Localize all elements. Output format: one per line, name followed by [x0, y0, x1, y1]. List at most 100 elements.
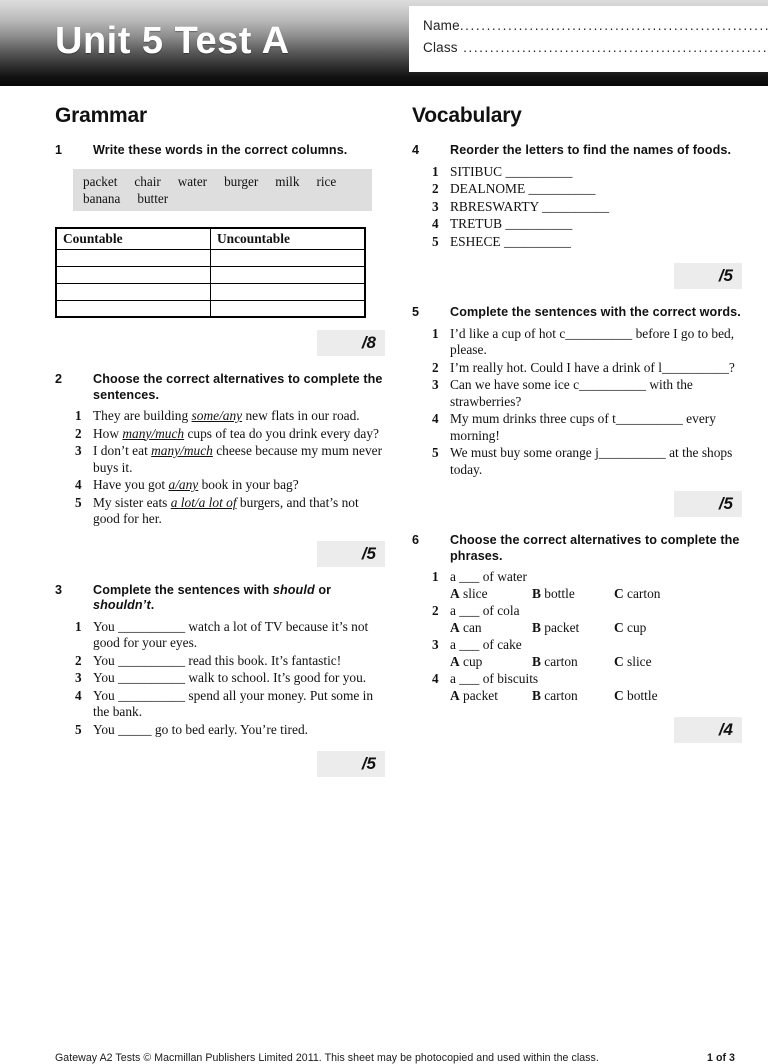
table-row[interactable]	[55, 265, 366, 284]
item-number: 1	[75, 408, 82, 424]
list-item[interactable]: 3 You __________ walk to school. It’s goo…	[55, 670, 385, 687]
item-number: 2	[75, 652, 82, 668]
item-text-post: ?	[728, 359, 735, 375]
answer-cell-countable[interactable]	[55, 265, 211, 284]
list-item[interactable]: 2 You __________ read this book. It’s fan…	[55, 653, 385, 670]
list-item[interactable]: 2 DEALNOME __________	[412, 181, 742, 198]
anagram-text: SITIBUC	[450, 163, 506, 179]
option-b[interactable]: B carton	[532, 688, 614, 705]
answer-blank[interactable]: __________	[542, 199, 609, 214]
list-item[interactable]: 2 How many/much cups of tea do you drink …	[55, 426, 385, 443]
answer-blank[interactable]: __________	[528, 181, 595, 196]
alternatives-choice[interactable]: many/much	[151, 443, 213, 458]
option-b[interactable]: B carton	[532, 654, 614, 671]
list-item[interactable]: 4 My mum drinks three cups of t__________…	[412, 411, 742, 444]
grammar-column: Grammar 1 Write these words in the corre…	[55, 86, 385, 778]
item-number: 2	[432, 181, 439, 197]
exercise-3-number: 3	[55, 582, 63, 597]
option-a[interactable]: A packet	[450, 688, 532, 705]
exercise-4-score-row: /5	[412, 251, 742, 290]
answer-cell-countable[interactable]	[55, 299, 211, 318]
list-item[interactable]: 1 SITIBUC __________	[412, 164, 742, 181]
column-header-countable: Countable	[55, 227, 211, 250]
option-b[interactable]: B bottle	[532, 586, 614, 603]
exercise-1-heading: 1 Write these words in the correct colum…	[55, 143, 385, 159]
exercise-4: 4 Reorder the letters to find the names …	[412, 143, 742, 290]
list-item[interactable]: 1 You __________ watch a lot of TV becaus…	[55, 619, 385, 652]
item-number: 3	[432, 637, 439, 653]
answer-blank[interactable]: __________	[599, 445, 666, 460]
exercise-5: 5 Complete the sentences with the correc…	[412, 305, 742, 518]
exercise-4-instruction: Reorder the letters to find the names of…	[450, 143, 732, 158]
list-item[interactable]: 1 They are building some/any new flats in…	[55, 408, 385, 425]
alternatives-choice[interactable]: some/any	[192, 408, 243, 423]
exercise-3-keyword-shouldnt: shouldn’t	[93, 598, 151, 613]
option-c[interactable]: C cup	[614, 620, 696, 637]
list-item[interactable]: 3 RBRESWARTY __________	[412, 199, 742, 216]
answer-blank[interactable]: _____	[118, 722, 151, 737]
list-item[interactable]: 3I don’t eat many/much cheese because my…	[55, 443, 385, 476]
option-c[interactable]: C carton	[614, 586, 696, 603]
list-item[interactable]: 2 I’m really hot. Could I have a drink of…	[412, 360, 742, 377]
list-item[interactable]: 4 Have you got a/any book in your bag?	[55, 477, 385, 494]
item-text-pre: I don’t eat	[93, 443, 152, 459]
page-footer: Gateway A2 Tests © Macmillan Publishers …	[55, 1052, 735, 1064]
item-number: 5	[432, 445, 439, 461]
option-row: A cup B carton C slice	[450, 654, 742, 671]
table-row[interactable]	[55, 282, 366, 301]
exercise-6-instruction: Choose the correct alternatives to compl…	[450, 533, 740, 563]
copyright-text: Gateway A2 Tests © Macmillan Publishers …	[55, 1052, 599, 1064]
list-item[interactable]: 5 ESHECE __________	[412, 234, 742, 251]
list-item[interactable]: 4 TRETUB __________	[412, 216, 742, 233]
option-b[interactable]: B packet	[532, 620, 614, 637]
table-header-row: Countable Uncountable	[55, 227, 366, 250]
answer-blank[interactable]: __________	[662, 360, 729, 375]
class-field-row[interactable]: Class ..................................…	[423, 37, 768, 59]
exercise-6-score-box: /4	[674, 717, 742, 744]
answer-cell-countable[interactable]	[55, 248, 211, 267]
student-details-box: Name....................................…	[409, 6, 768, 72]
answer-blank[interactable]: __________	[505, 216, 572, 231]
option-c[interactable]: C bottle	[614, 688, 696, 705]
exercise-3-instruction-mid: or	[314, 582, 332, 597]
alternatives-choice[interactable]: many/much	[122, 426, 184, 441]
answer-cell-uncountable[interactable]	[210, 248, 366, 267]
answer-cell-uncountable[interactable]	[210, 265, 366, 284]
answer-blank[interactable]: __________	[118, 670, 185, 685]
option-a[interactable]: A cup	[450, 654, 532, 671]
answer-blank[interactable]: __________	[118, 619, 185, 634]
item-number: 2	[432, 359, 439, 375]
table-row[interactable]	[55, 248, 366, 267]
option-c[interactable]: C slice	[614, 654, 696, 671]
answer-blank[interactable]: __________	[579, 377, 646, 392]
answer-blank[interactable]: __________	[504, 234, 571, 249]
name-field-row[interactable]: Name....................................…	[423, 15, 768, 37]
item-number: 2	[75, 425, 82, 441]
item-text-pre: You	[93, 687, 119, 703]
option-a[interactable]: A slice	[450, 586, 532, 603]
exercise-4-heading: 4 Reorder the letters to find the names …	[412, 143, 742, 159]
option-row: A slice B bottle C carton	[450, 586, 742, 603]
list-item[interactable]: 5 My sister eats a lot/a lot of burgers, …	[55, 495, 385, 528]
item-number: 4	[432, 411, 439, 427]
answer-cell-uncountable[interactable]	[210, 299, 366, 318]
list-item[interactable]: 3 Can we have some ice c__________ with t…	[412, 377, 742, 410]
answer-blank[interactable]: __________	[118, 653, 185, 668]
answer-blank[interactable]: __________	[565, 326, 632, 341]
item-text-post: cups of tea do you drink every day?	[184, 425, 379, 441]
alternatives-choice[interactable]: a/any	[169, 477, 199, 492]
item-text-pre: We must buy some orange j	[450, 445, 599, 461]
list-item[interactable]: 5 We must buy some orange j__________ at …	[412, 445, 742, 478]
list-item[interactable]: 1 I’d like a cup of hot c__________ befor…	[412, 326, 742, 359]
answer-blank[interactable]: __________	[505, 164, 572, 179]
table-row[interactable]	[55, 299, 366, 318]
answer-blank[interactable]: __________	[118, 688, 185, 703]
answer-blank[interactable]: __________	[616, 411, 683, 426]
option-a[interactable]: A can	[450, 620, 532, 637]
alternatives-choice[interactable]: a lot/a lot of	[171, 495, 237, 510]
exercise-3-item-list: 1 You __________ watch a lot of TV becaus…	[55, 619, 385, 739]
list-item[interactable]: 5 You _____ go to bed early. You’re tired…	[55, 722, 385, 739]
answer-cell-countable[interactable]	[55, 282, 211, 301]
answer-cell-uncountable[interactable]	[210, 282, 366, 301]
list-item[interactable]: 4 You __________ spend all your money. Pu…	[55, 688, 385, 721]
